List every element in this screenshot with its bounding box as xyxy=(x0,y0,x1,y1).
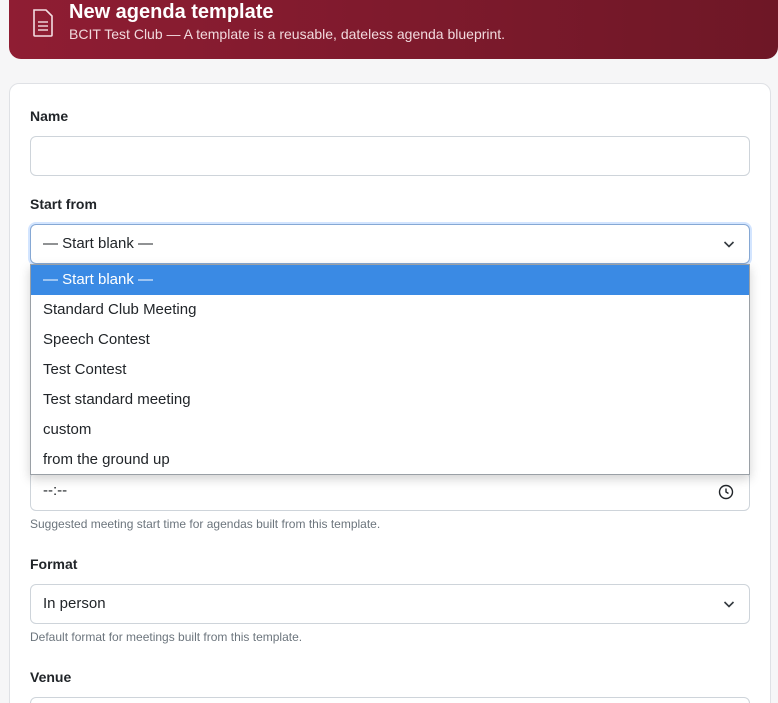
start-time-input[interactable]: --:-- xyxy=(30,471,750,511)
start-time-value: --:-- xyxy=(43,482,68,499)
dropdown-option[interactable]: Test standard meeting xyxy=(31,385,749,415)
chevron-down-icon xyxy=(723,241,735,248)
name-input[interactable] xyxy=(30,136,750,176)
dropdown-option[interactable]: from the ground up xyxy=(31,445,749,475)
name-label: Name xyxy=(30,108,69,124)
page-subtitle: BCIT Test Club — A template is a reusabl… xyxy=(69,26,506,42)
dropdown-option[interactable]: Standard Club Meeting xyxy=(31,295,749,325)
dropdown-option[interactable]: custom xyxy=(31,415,749,445)
venue-label: Venue xyxy=(30,669,72,685)
chevron-down-icon xyxy=(723,601,735,608)
format-select[interactable]: In person xyxy=(30,584,750,624)
start-time-help: Suggested meeting start time for agendas… xyxy=(30,517,381,531)
start-from-select[interactable]: — Start blank — xyxy=(30,224,750,264)
format-label: Format xyxy=(30,556,78,572)
start-from-label: Start from xyxy=(30,196,97,212)
start-from-dropdown[interactable]: — Start blank — Standard Club Meeting Sp… xyxy=(30,264,750,475)
dropdown-option[interactable]: — Start blank — xyxy=(31,265,749,295)
dropdown-option[interactable]: Speech Contest xyxy=(31,325,749,355)
format-help: Default format for meetings built from t… xyxy=(30,630,303,644)
format-value: In person xyxy=(43,595,106,612)
page-title: New agenda template xyxy=(69,1,274,23)
venue-input[interactable] xyxy=(30,697,750,703)
dropdown-option[interactable]: Test Contest xyxy=(31,355,749,385)
clock-icon[interactable] xyxy=(718,484,734,500)
document-icon xyxy=(33,9,53,37)
start-from-value: — Start blank — xyxy=(43,235,154,252)
page-header: New agenda template BCIT Test Club — A t… xyxy=(9,0,778,59)
